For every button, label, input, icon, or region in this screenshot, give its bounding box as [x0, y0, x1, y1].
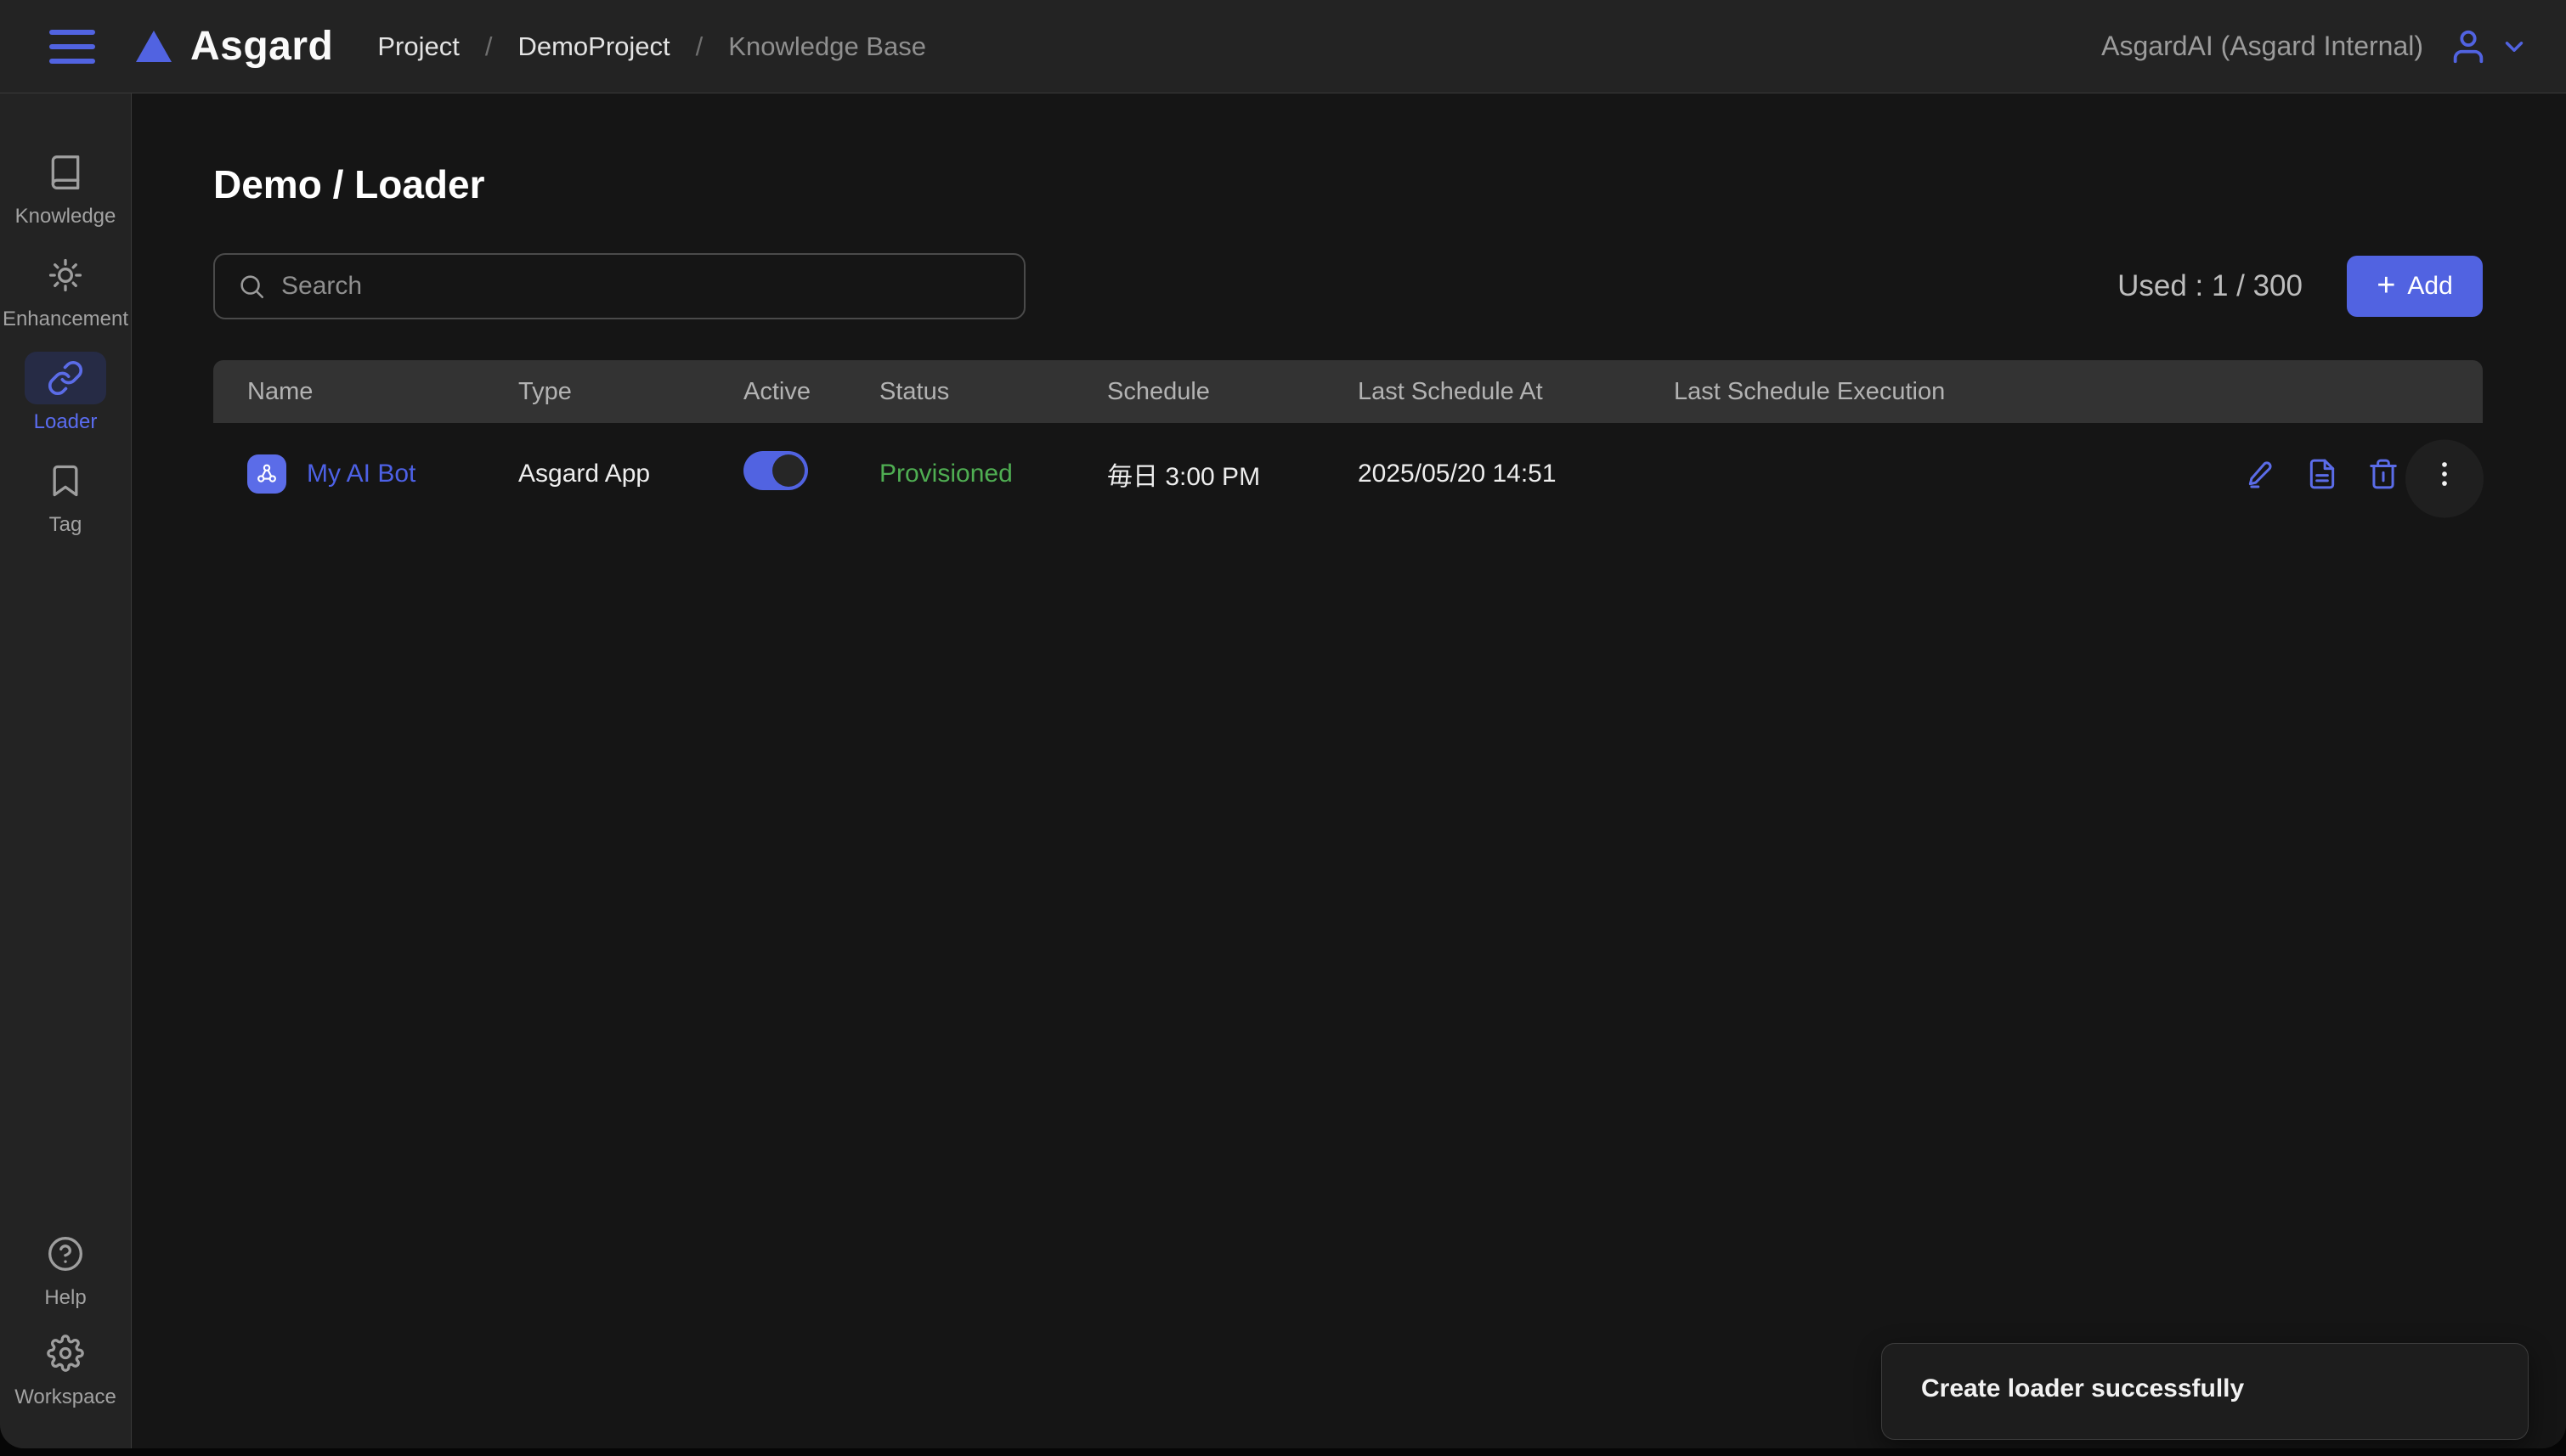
sidebar-item-label: Knowledge: [15, 205, 116, 229]
loader-type: Asgard App: [518, 460, 743, 488]
sidebar-item-knowledge[interactable]: Knowledge: [0, 146, 131, 229]
column-header-schedule: Schedule: [1107, 378, 1358, 406]
sidebar-item-label: Tag: [49, 513, 82, 537]
bookmark-icon: [47, 462, 84, 499]
loader-name-link[interactable]: My AI Bot: [307, 460, 415, 488]
status-badge: Provisioned: [879, 460, 1107, 488]
sidebar-item-label: Enhancement: [3, 308, 128, 331]
column-header-last-schedule-at: Last Schedule At: [1358, 378, 1674, 406]
column-header-last-schedule-execution: Last Schedule Execution: [1674, 378, 2483, 406]
sidebar-item-loader[interactable]: Loader: [0, 352, 131, 434]
search-icon: [237, 272, 266, 301]
toast-message: Create loader successfully: [1921, 1374, 2244, 1403]
breadcrumb-separator: /: [485, 31, 493, 62]
hamburger-menu-icon[interactable]: [49, 30, 95, 64]
toast-notification: Create loader successfully: [1881, 1343, 2529, 1440]
document-icon[interactable]: [2306, 458, 2338, 490]
toolbar: Used : 1 / 300 + Add: [213, 253, 2483, 319]
gear-icon: [47, 1335, 84, 1372]
breadcrumb-item-project[interactable]: Project: [377, 31, 459, 62]
table-header: Name Type Active Status Schedule Last Sc…: [213, 360, 2483, 423]
app-window: Asgard Project / DemoProject / Knowledge…: [0, 0, 2566, 1448]
add-button-label: Add: [2407, 272, 2452, 301]
breadcrumb-item-demoproject[interactable]: DemoProject: [517, 31, 670, 62]
sidebar-item-help[interactable]: Help: [0, 1227, 131, 1310]
toggle-knob: [772, 454, 805, 487]
app-glyph-icon: [254, 461, 280, 487]
top-header: Asgard Project / DemoProject / Knowledge…: [0, 0, 2566, 93]
sidebar-item-label: Workspace: [14, 1385, 116, 1409]
search-input[interactable]: [281, 272, 1002, 301]
loader-app-badge: [247, 454, 286, 494]
kebab-menu-icon[interactable]: [2428, 458, 2461, 490]
loader-table: Name Type Active Status Schedule Last Sc…: [213, 360, 2483, 525]
column-header-name: Name: [213, 378, 518, 406]
app-logo[interactable]: Asgard: [136, 23, 333, 70]
sidebar-item-enhancement[interactable]: Enhancement: [0, 249, 131, 331]
breadcrumb: Project / DemoProject / Knowledge Base: [377, 31, 926, 62]
table-row[interactable]: My AI Bot Asgard App Provisioned 毎日 3:00…: [213, 423, 2483, 525]
logo-triangle-icon: [136, 31, 172, 62]
plus-icon: +: [2377, 269, 2395, 302]
logo-text: Asgard: [190, 23, 333, 70]
chevron-down-icon[interactable]: [2500, 32, 2529, 61]
user-icon[interactable]: [2449, 27, 2488, 66]
edit-icon[interactable]: [2245, 458, 2277, 490]
column-header-type: Type: [518, 378, 743, 406]
add-button[interactable]: + Add: [2347, 256, 2483, 317]
page-title: Demo / Loader: [213, 161, 2483, 207]
trash-icon[interactable]: [2367, 458, 2399, 490]
sidebar-item-label: Loader: [34, 410, 98, 434]
loader-schedule: 毎日 3:00 PM: [1107, 455, 1358, 493]
active-toggle[interactable]: [743, 451, 808, 490]
sun-icon: [47, 257, 84, 294]
usage-counter: Used : 1 / 300: [2117, 269, 2303, 303]
main-content: Demo / Loader Used : 1 / 300 + Add: [132, 93, 2566, 1448]
sidebar-bottom: Help Workspace: [0, 1227, 131, 1409]
sidebar-item-label: Help: [44, 1286, 86, 1310]
sidebar-item-tag[interactable]: Tag: [0, 454, 131, 537]
column-header-status: Status: [879, 378, 1107, 406]
breadcrumb-separator: /: [696, 31, 704, 62]
book-icon: [47, 154, 84, 191]
sidebar: Knowledge Enhancement: [0, 93, 132, 1448]
breadcrumb-item-knowledge-base[interactable]: Knowledge Base: [728, 31, 926, 62]
sidebar-item-workspace[interactable]: Workspace: [0, 1327, 131, 1409]
help-circle-icon: [47, 1235, 84, 1273]
loader-last-schedule-at: 2025/05/20 14:51: [1358, 460, 1674, 488]
column-header-active: Active: [743, 378, 879, 406]
link-icon: [47, 359, 84, 397]
user-label: AsgardAI (Asgard Internal): [2101, 31, 2423, 62]
search-box[interactable]: [213, 253, 1026, 319]
